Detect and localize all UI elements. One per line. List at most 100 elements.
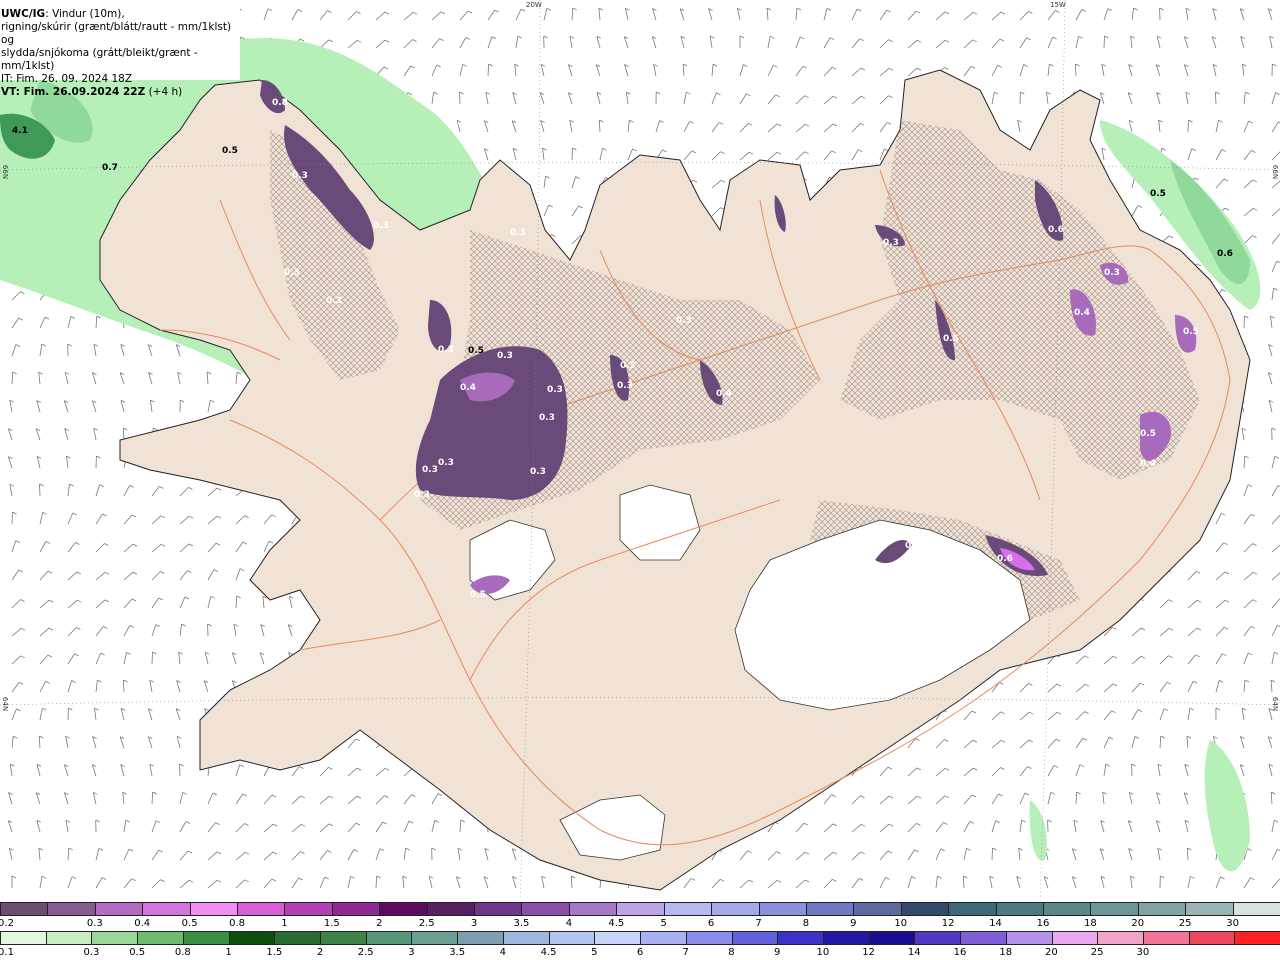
wind-barb-feather: [1224, 571, 1230, 575]
wind-barb: [515, 8, 522, 21]
wind-barb-feather: [382, 821, 387, 825]
wind-barb: [1271, 121, 1279, 133]
wind-barb-feather: [944, 739, 949, 742]
wind-barb-feather: [1056, 711, 1062, 715]
wind-barb: [204, 652, 209, 665]
wind-barb-feather: [1161, 147, 1166, 151]
wind-barb: [1270, 791, 1273, 805]
legend-swatch: [411, 932, 458, 944]
wind-barb: [375, 767, 386, 777]
wind-barb: [599, 148, 603, 161]
legend-swatch: [731, 932, 778, 944]
wind-barb: [431, 11, 442, 21]
wind-barb-feather: [244, 823, 249, 826]
wind-barb: [1271, 652, 1275, 665]
wind-barb: [879, 823, 890, 833]
wind-barb: [879, 67, 890, 77]
wind-barb: [1271, 820, 1275, 833]
wind-barb-feather: [1244, 455, 1249, 459]
wind-barb-feather: [216, 487, 222, 491]
legend-swatch: [274, 932, 321, 944]
legend-tick-label: 18: [999, 947, 1013, 958]
wind-barb-feather: [96, 455, 101, 459]
wind-barb-feather: [356, 767, 362, 771]
wind-barb: [235, 372, 238, 385]
wind-barb: [711, 92, 717, 105]
wind-barb: [1103, 8, 1109, 21]
wind-barb: [11, 569, 20, 581]
wind-barb-feather: [572, 147, 577, 151]
wind-barb: [1271, 625, 1278, 637]
wind-barb: [179, 515, 190, 525]
precip-value-label: 4.1: [12, 126, 28, 136]
legend-tick-label: 0.5: [181, 918, 198, 929]
wind-barb: [935, 822, 944, 833]
weather-map: [0, 0, 1280, 900]
wind-barb-feather: [300, 795, 305, 799]
legend-tick-label: 0.2: [0, 918, 14, 929]
wind-barb: [347, 767, 358, 777]
legend-swatch: [711, 903, 759, 915]
wind-barb-feather: [682, 63, 688, 67]
wind-barb-feather: [271, 878, 277, 882]
wind-barb-feather: [1020, 91, 1025, 95]
wind-barb-feather: [971, 66, 976, 69]
wind-barb: [737, 8, 741, 21]
wind-barb-feather: [436, 64, 441, 68]
wind-barb: [95, 543, 105, 553]
wind-barb: [1102, 792, 1105, 805]
wind-barb-feather: [467, 10, 473, 14]
legend-tick-label: 20: [1045, 947, 1058, 958]
legend-tick-label: 6: [636, 947, 644, 958]
legend-tick-label: 3: [470, 918, 478, 929]
wind-barb: [151, 624, 157, 637]
legend-tick-label: 4.5: [540, 947, 557, 958]
wind-barb-feather: [1218, 119, 1223, 123]
wind-barb-feather: [718, 121, 724, 125]
wind-barb: [178, 652, 181, 665]
wind-barb-feather: [47, 570, 53, 574]
wind-barb: [1187, 654, 1197, 665]
legend-swatch: [457, 932, 503, 944]
wind-barb-feather: [1186, 735, 1192, 739]
wind-barb-feather: [690, 877, 696, 881]
wind-barb-feather: [916, 767, 921, 771]
wind-barb: [9, 400, 13, 413]
wind-barb: [711, 179, 722, 189]
wind-barb: [991, 11, 1002, 21]
wind-barb: [375, 821, 384, 833]
legend-tick-label: 3: [408, 947, 415, 958]
wind-barb: [1103, 683, 1114, 693]
wind-barb: [1019, 739, 1030, 749]
wind-barb: [1187, 627, 1198, 637]
wind-barb-feather: [244, 879, 249, 883]
legend-swatch: [960, 932, 1006, 944]
wind-barb-feather: [944, 67, 949, 70]
wind-barb-feather: [356, 795, 362, 799]
wind-barb: [1271, 849, 1278, 861]
wind-barb: [1243, 877, 1251, 889]
wind-barb-feather: [184, 596, 190, 600]
wind-barb-feather: [543, 35, 548, 39]
wind-barb-feather: [41, 343, 46, 347]
wind-barb-feather: [971, 710, 977, 714]
wind-barb: [739, 64, 744, 77]
wind-barb-feather: [1166, 681, 1172, 685]
wind-barb: [149, 680, 153, 693]
legend-swatch: [868, 932, 915, 944]
wind-barb: [598, 8, 601, 21]
wind-barb: [795, 123, 806, 133]
legend-tick-label: 16: [953, 947, 967, 958]
legend-swatch: [521, 903, 569, 915]
wind-barb: [823, 150, 833, 161]
wind-barb-feather: [185, 821, 191, 824]
wind-barb-feather: [103, 626, 108, 629]
title-variable: : Vindur (10m),: [45, 8, 125, 20]
wind-barb-feather: [748, 151, 754, 155]
wind-barb-feather: [328, 767, 333, 770]
legend-tick-label: 0.4: [134, 918, 151, 929]
wind-barb: [123, 848, 130, 861]
wind-barb: [989, 876, 993, 889]
wind-barb: [39, 570, 49, 581]
wind-barb-feather: [70, 316, 76, 319]
